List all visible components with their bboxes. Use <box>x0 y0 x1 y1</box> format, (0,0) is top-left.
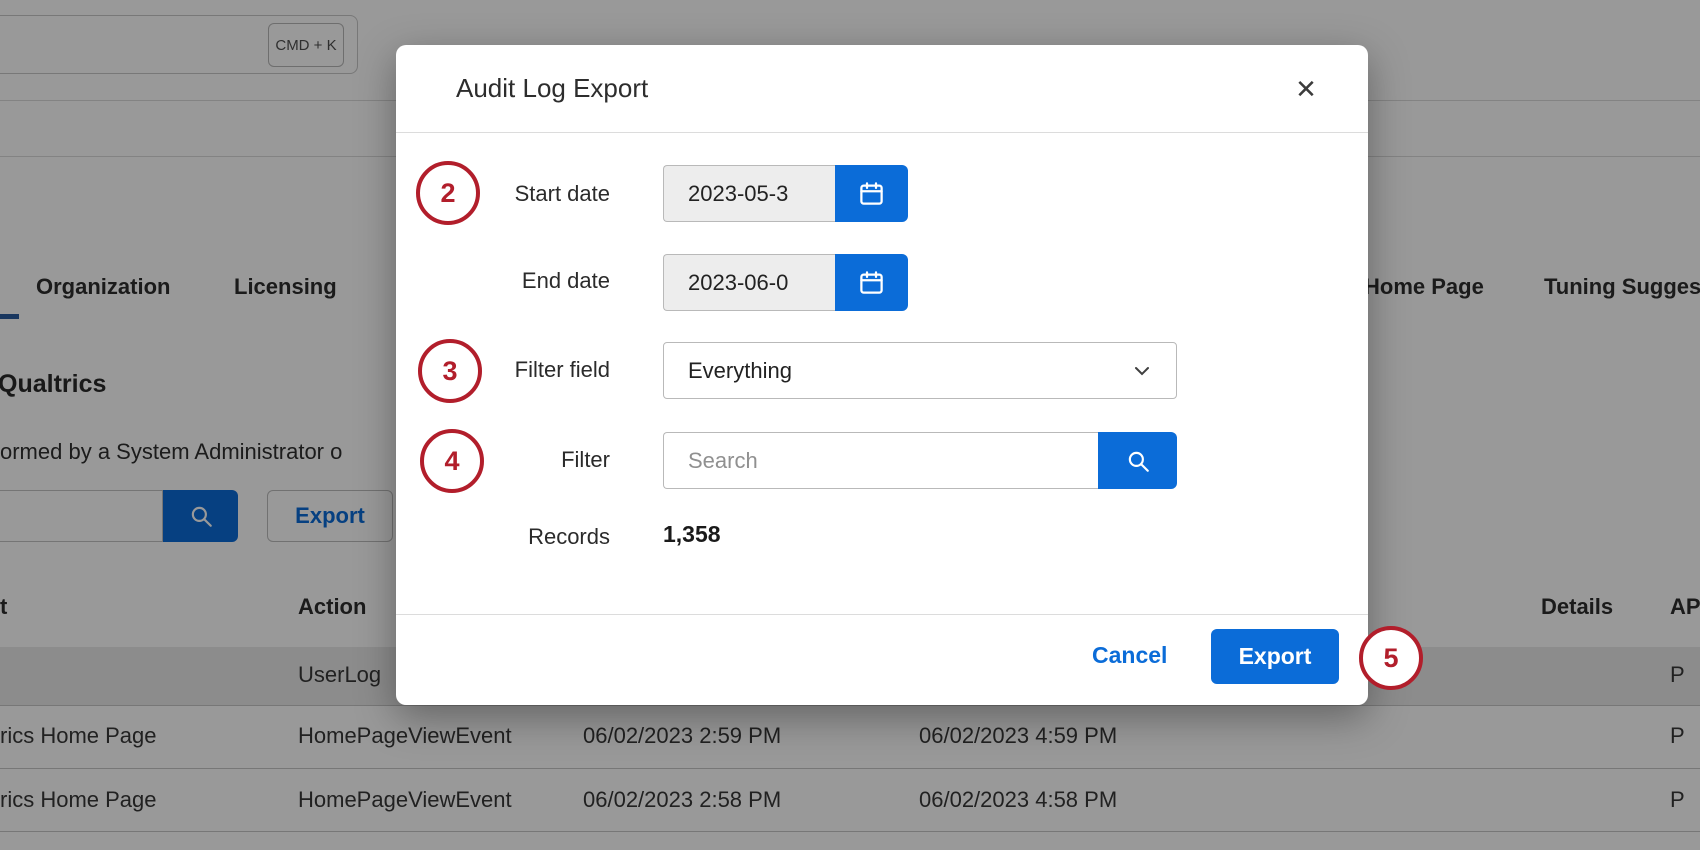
audit-log-export-dialog: Audit Log Export ✕ 2 3 4 Start date End … <box>396 45 1368 705</box>
annotation-step-4: 4 <box>420 429 484 493</box>
start-date-calendar-button[interactable] <box>835 165 908 222</box>
dialog-header: Audit Log Export ✕ <box>396 45 1368 133</box>
end-date-calendar-button[interactable] <box>835 254 908 311</box>
cancel-button[interactable]: Cancel <box>1092 642 1167 669</box>
filter-field-select[interactable]: Everything <box>663 342 1177 399</box>
filter-field-label: Filter field <box>515 355 610 385</box>
start-date-input[interactable] <box>663 165 835 222</box>
annotation-step-5: 5 <box>1359 626 1423 690</box>
export-button-label: Export <box>1239 643 1312 670</box>
annotation-step-2: 2 <box>416 161 480 225</box>
chevron-down-icon <box>1134 366 1176 376</box>
filter-field-selected-value: Everything <box>664 358 1134 384</box>
filter-label: Filter <box>561 445 610 475</box>
records-count: 1,358 <box>663 521 721 548</box>
close-icon[interactable]: ✕ <box>1288 71 1324 107</box>
filter-search-button[interactable] <box>1098 432 1177 489</box>
start-date-label: Start date <box>515 179 610 209</box>
search-icon <box>1125 448 1151 474</box>
records-label: Records <box>528 522 610 552</box>
filter-search-input[interactable] <box>663 432 1098 489</box>
calendar-icon <box>858 269 885 296</box>
end-date-label: End date <box>522 266 610 296</box>
dialog-title: Audit Log Export <box>456 73 648 104</box>
footer-divider <box>396 614 1368 615</box>
end-date-input[interactable] <box>663 254 835 311</box>
export-button[interactable]: Export <box>1211 629 1339 684</box>
calendar-icon <box>858 180 885 207</box>
annotation-step-3: 3 <box>418 339 482 403</box>
